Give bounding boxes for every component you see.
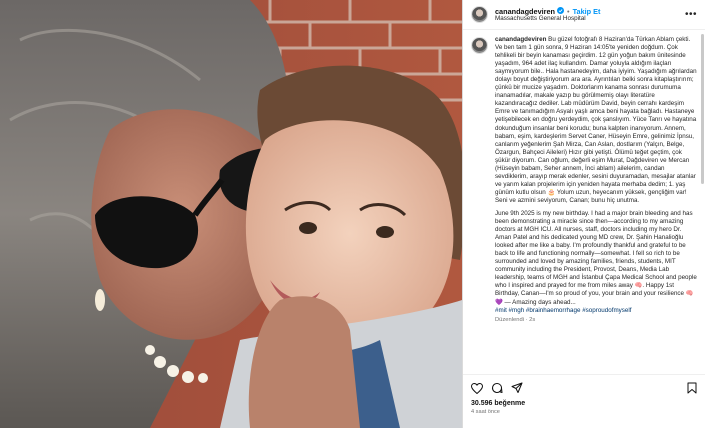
likes-count[interactable]: 30.596 beğenme xyxy=(471,400,697,407)
caption-area[interactable]: canandagdeviren Bu güzel fotoğrafı 8 Haz… xyxy=(463,30,705,374)
edited-label: Düzenlendi · 2s xyxy=(495,316,536,323)
post-side-panel: canandagdeviren • Takip Et Massachusetts… xyxy=(462,0,705,428)
likes-number: 30.596 xyxy=(471,400,493,407)
more-options-icon[interactable]: ••• xyxy=(685,9,697,20)
instagram-post: canandagdeviren • Takip Et Massachusetts… xyxy=(0,0,705,428)
caption-tr: Bu güzel fotoğrafı 8 Haziran'da Türkan A… xyxy=(495,36,697,204)
bookmark-icon[interactable] xyxy=(687,382,697,394)
hashtags[interactable]: #mit #mgh #brainhaemorrhage #soproudofmy… xyxy=(495,307,697,315)
caption-text-turkish: canandagdeviren Bu güzel fotoğrafı 8 Haz… xyxy=(495,36,697,205)
post-photo[interactable] xyxy=(0,0,462,428)
share-icon[interactable] xyxy=(511,382,523,394)
action-icons-row xyxy=(471,381,697,395)
post-actions: 30.596 beğenme 4 saat önce xyxy=(463,374,705,428)
post-time: 4 saat önce xyxy=(471,409,500,415)
author-avatar[interactable] xyxy=(471,6,488,23)
caption-body: canandagdeviren Bu güzel fotoğrafı 8 Haz… xyxy=(495,36,697,323)
caption-scrollbar[interactable] xyxy=(701,34,704,184)
caption-avatar[interactable] xyxy=(471,37,488,54)
caption-username[interactable]: canandagdeviren xyxy=(495,36,546,43)
caption-row: canandagdeviren Bu güzel fotoğrafı 8 Haz… xyxy=(471,36,697,323)
post-location[interactable]: Massachusetts General Hospital xyxy=(495,15,685,23)
photo-illustration xyxy=(0,0,462,428)
caption-text-english: June 9th 2025 is my new birthday. I had … xyxy=(495,209,697,306)
header-text: canandagdeviren • Takip Et Massachusetts… xyxy=(495,6,685,23)
post-header: canandagdeviren • Takip Et Massachusetts… xyxy=(463,0,705,30)
heart-icon[interactable] xyxy=(471,382,483,394)
likes-label: beğenme xyxy=(494,400,526,407)
comment-icon[interactable] xyxy=(491,382,503,394)
